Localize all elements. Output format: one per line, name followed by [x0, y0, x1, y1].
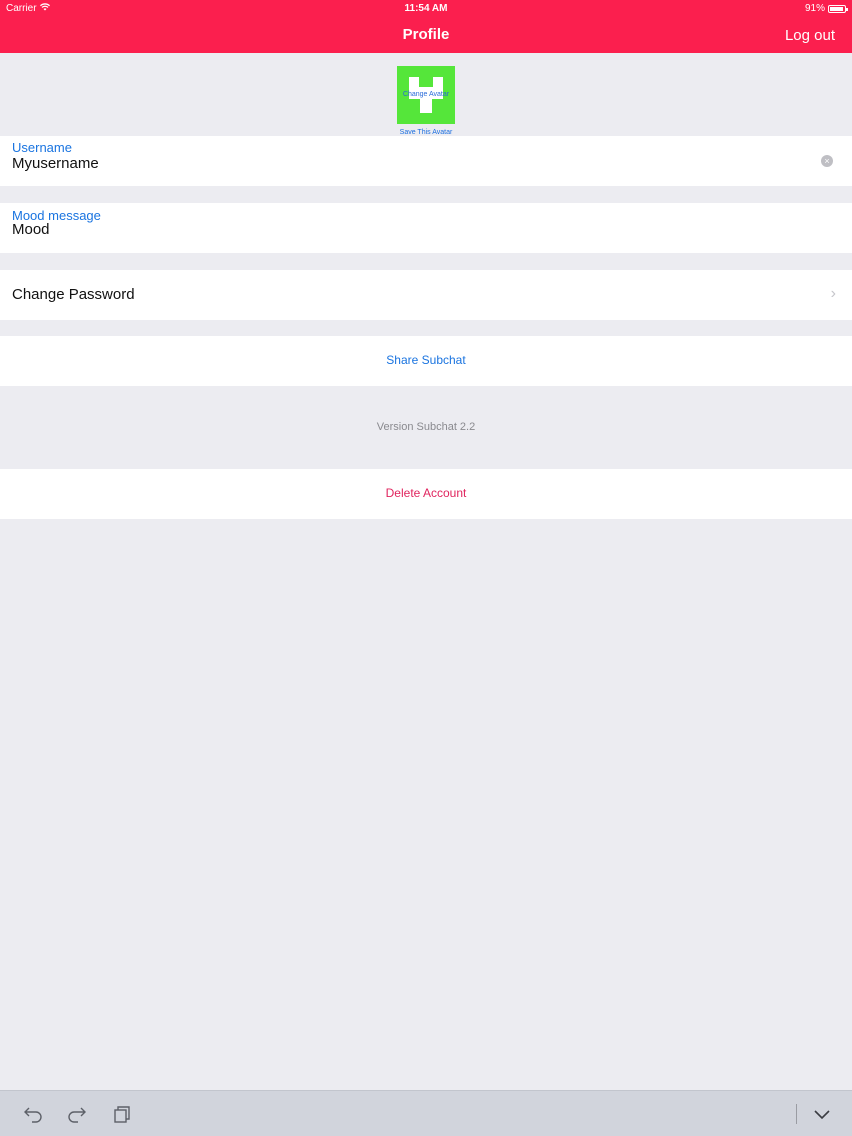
clear-icon[interactable]: ×	[821, 155, 833, 167]
toolbar-divider	[796, 1104, 797, 1124]
username-field[interactable]: Myusername	[12, 155, 99, 172]
avatar-pattern-block	[433, 77, 443, 87]
battery-icon	[828, 4, 848, 13]
status-bar: Carrier 11:54 AM 91%	[0, 0, 852, 17]
logout-button[interactable]: Log out	[785, 27, 835, 44]
change-password-label: Change Password	[12, 286, 135, 303]
paste-icon[interactable]	[111, 1104, 133, 1124]
undo-icon[interactable]	[22, 1104, 44, 1124]
username-cell[interactable]: Username Myusername ×	[0, 136, 852, 186]
status-time: 11:54 AM	[404, 3, 448, 14]
battery-percent: 91%	[804, 3, 825, 14]
change-avatar-label: Change Avatar	[402, 91, 450, 98]
version-label: Version Subchat 2.2	[376, 421, 476, 433]
avatar-pattern-block	[409, 77, 419, 87]
keyboard-dismiss-icon[interactable]	[811, 1104, 833, 1124]
avatar-pattern-block	[420, 99, 432, 113]
mood-cell[interactable]: Mood message Mood	[0, 203, 852, 253]
avatar-button[interactable]: Change Avatar	[397, 66, 455, 124]
change-password-row[interactable]: Change Password ›	[0, 270, 852, 320]
navigation-bar: Profile Log out	[0, 17, 852, 53]
delete-account-row[interactable]: Delete Account	[0, 469, 852, 519]
battery-fill	[830, 6, 843, 11]
avatar-section: Change Avatar Save This Avatar	[0, 53, 852, 136]
chevron-right-icon: ›	[830, 285, 836, 302]
share-button[interactable]: Share Subchat	[0, 353, 852, 367]
redo-icon[interactable]	[66, 1104, 88, 1124]
delete-account-button[interactable]: Delete Account	[0, 486, 852, 500]
page-title: Profile	[402, 26, 450, 43]
profile-screen: Carrier 11:54 AM 91% Profile Log out Cha…	[0, 0, 852, 1136]
mood-field[interactable]: Mood	[12, 221, 50, 238]
keyboard-shortcut-bar	[0, 1090, 852, 1136]
battery-status: 91%	[804, 3, 848, 14]
username-label: Username	[12, 140, 72, 155]
save-avatar-button[interactable]: Save This Avatar	[0, 129, 852, 136]
share-row[interactable]: Share Subchat	[0, 336, 852, 386]
